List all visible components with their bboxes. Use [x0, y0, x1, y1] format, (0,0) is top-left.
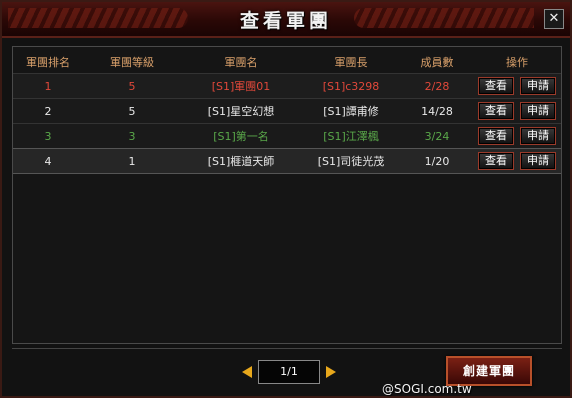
cell-level: 5	[128, 104, 136, 118]
legion-window: 查看軍團 ✕ 軍團排名 軍團等級 軍團名 軍團長 成員數 操作 1 5 [S1]…	[0, 0, 572, 398]
view-button[interactable]: 查看	[478, 102, 514, 120]
cell-leader: [S1]江澤楓	[323, 130, 379, 143]
header-leader: 軍團長	[334, 56, 368, 69]
cell-actions: 查看 申請	[473, 127, 561, 145]
cell-members: 1/20	[424, 154, 450, 168]
header-members: 成員數	[420, 56, 454, 69]
cell-rank: 2	[44, 104, 52, 118]
header-rank: 軍團排名	[26, 56, 70, 69]
cell-members: 14/28	[421, 104, 453, 118]
apply-button[interactable]: 申請	[520, 127, 556, 145]
cell-name: [S1]星空幻想	[207, 105, 275, 118]
cell-level: 3	[128, 129, 136, 143]
cell-leader: [S1]c3298	[322, 79, 380, 93]
pagination: 1/1	[242, 360, 336, 384]
cell-name: [S1]榧道天師	[207, 155, 275, 168]
close-icon[interactable]: ✕	[544, 9, 564, 29]
table-row: 3 3 [S1]第一名 [S1]江澤楓 3/24 查看 申請	[13, 123, 561, 149]
footer-divider	[12, 348, 562, 349]
cell-leader: [S1]司徒光茂	[317, 155, 385, 168]
header-name: 軍團名	[224, 56, 258, 69]
prev-page-icon[interactable]	[242, 366, 252, 378]
header-actions: 操作	[506, 56, 528, 69]
page-indicator: 1/1	[258, 360, 320, 384]
view-button[interactable]: 查看	[478, 77, 514, 95]
legion-table: 軍團排名 軍團等級 軍團名 軍團長 成員數 操作 1 5 [S1]軍團01 [S…	[12, 46, 562, 344]
cell-name: [S1]軍團01	[211, 80, 271, 93]
cell-members: 2/28	[424, 79, 450, 93]
cell-rank: 3	[44, 129, 52, 143]
next-page-icon[interactable]	[326, 366, 336, 378]
cell-actions: 查看 申請	[473, 152, 561, 170]
cell-level: 5	[128, 79, 136, 93]
cell-rank: 4	[44, 154, 52, 168]
cell-level: 1	[128, 154, 136, 168]
cell-actions: 查看 申請	[473, 77, 561, 95]
view-button[interactable]: 查看	[478, 127, 514, 145]
cell-actions: 查看 申請	[473, 102, 561, 120]
window-title: 查看軍團	[239, 10, 332, 32]
apply-button[interactable]: 申請	[520, 152, 556, 170]
cell-name: [S1]第一名	[213, 130, 269, 143]
view-button[interactable]: 查看	[478, 152, 514, 170]
table-row: 2 5 [S1]星空幻想 [S1]譚甫修 14/28 查看 申請	[13, 98, 561, 124]
table-header: 軍團排名 軍團等級 軍團名 軍團長 成員數 操作	[13, 50, 561, 74]
title-bar: 查看軍團 ✕	[2, 2, 570, 38]
cell-members: 3/24	[424, 129, 450, 143]
cell-leader: [S1]譚甫修	[323, 105, 379, 118]
table-row: 1 5 [S1]軍團01 [S1]c3298 2/28 查看 申請	[13, 73, 561, 99]
table-row[interactable]: 4 1 [S1]榧道天師 [S1]司徒光茂 1/20 查看 申請	[13, 148, 561, 174]
header-level: 軍團等級	[110, 56, 154, 69]
apply-button[interactable]: 申請	[520, 77, 556, 95]
watermark: @SOGI.com.tw	[382, 382, 472, 396]
cell-rank: 1	[44, 79, 52, 93]
apply-button[interactable]: 申請	[520, 102, 556, 120]
